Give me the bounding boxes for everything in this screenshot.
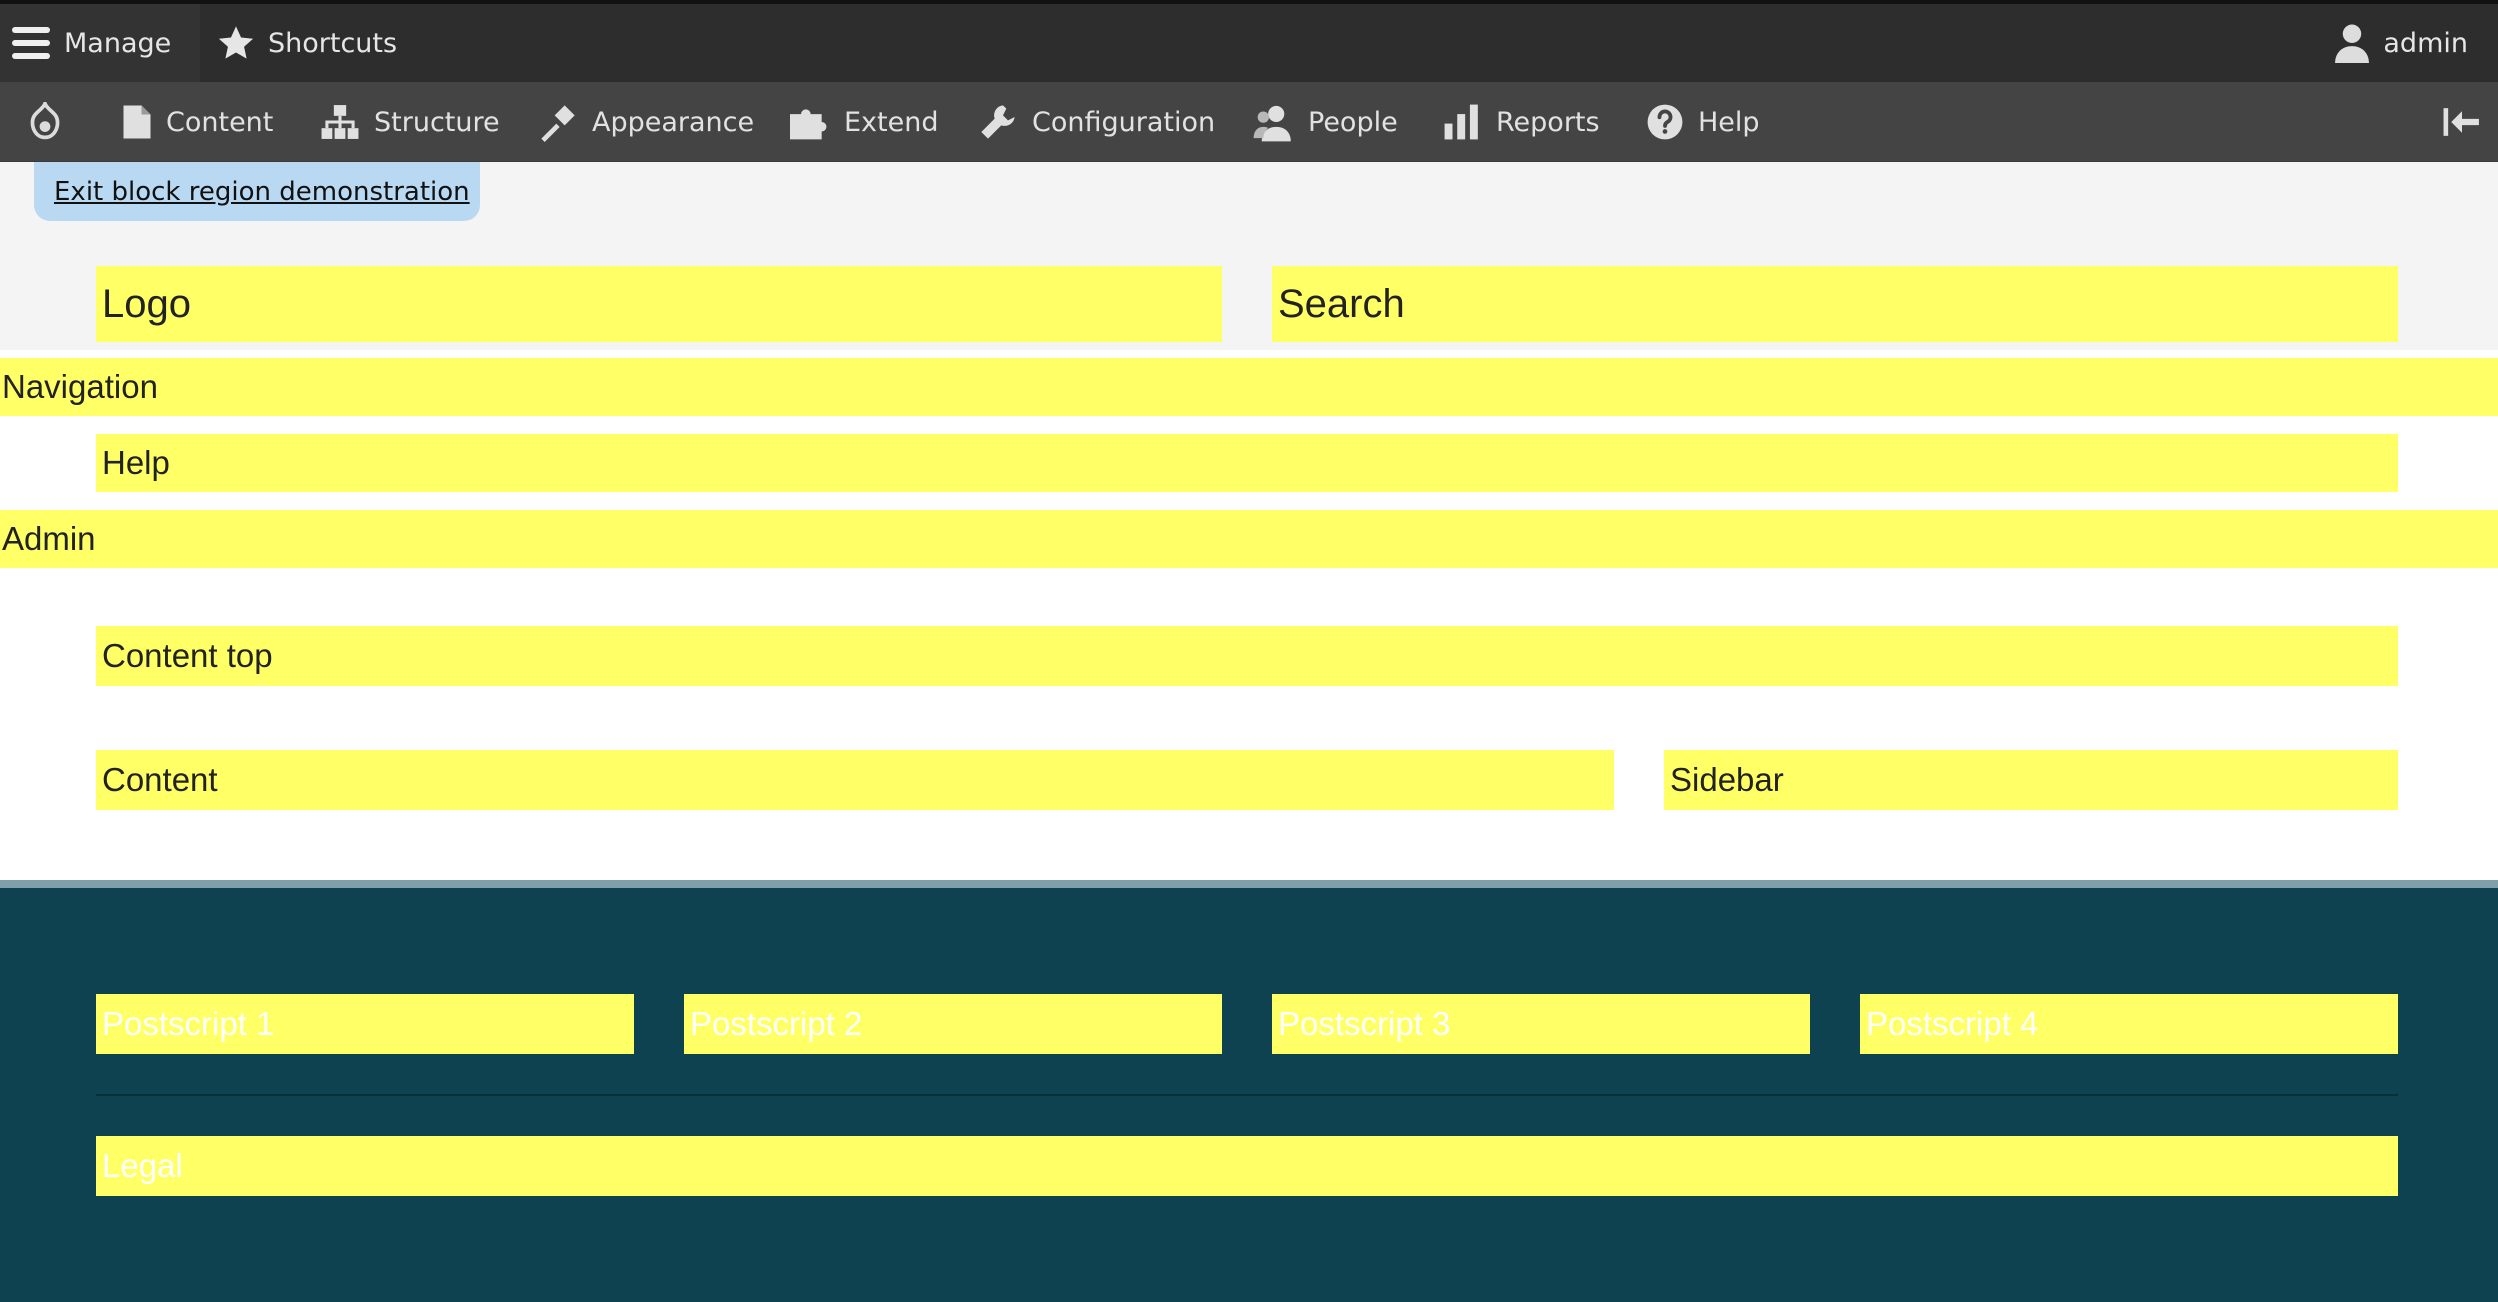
- admin-toolbar: Manage Shortcuts admin: [0, 0, 2498, 82]
- user-tab[interactable]: admin: [2333, 4, 2468, 82]
- region-content: Content: [96, 750, 1614, 810]
- region-postscript-2: Postscript 2: [684, 994, 1222, 1054]
- bar-chart-icon: [1442, 103, 1482, 141]
- footer-area: [0, 880, 2498, 1302]
- drupal-home-link[interactable]: [26, 82, 64, 162]
- region-search: Search: [1272, 266, 2398, 342]
- collapse-left-icon: [2442, 105, 2482, 139]
- nav-people-label: People: [1308, 106, 1398, 138]
- region-navigation: Navigation: [0, 358, 2498, 416]
- manage-tray: Content Structure Appearance Extend Conf…: [0, 82, 2498, 162]
- nav-content-label: Content: [166, 106, 274, 138]
- nav-appearance[interactable]: Appearance: [538, 82, 754, 162]
- nav-configuration[interactable]: Configuration: [978, 82, 1215, 162]
- nav-reports-label: Reports: [1496, 106, 1600, 138]
- user-label: admin: [2383, 27, 2468, 59]
- document-icon: [122, 104, 152, 140]
- region-postscript-3: Postscript 3: [1272, 994, 1810, 1054]
- shortcuts-label: Shortcuts: [268, 27, 398, 59]
- puzzle-icon: [788, 103, 830, 141]
- help-icon: [1646, 103, 1684, 141]
- nav-help-label: Help: [1698, 106, 1760, 138]
- region-content-top: Content top: [96, 626, 2398, 686]
- nav-structure[interactable]: Structure: [320, 82, 500, 162]
- nav-content[interactable]: Content: [122, 82, 273, 162]
- region-logo: Logo: [96, 266, 1222, 342]
- hamburger-icon: [10, 24, 52, 62]
- star-icon: [216, 24, 256, 62]
- nav-extend[interactable]: Extend: [788, 82, 939, 162]
- manage-tab[interactable]: Manage: [0, 4, 200, 82]
- manage-label: Manage: [64, 27, 172, 59]
- nav-people[interactable]: People: [1252, 82, 1398, 162]
- wrench-icon: [978, 102, 1018, 142]
- nav-extend-label: Extend: [844, 106, 939, 138]
- shortcuts-tab[interactable]: Shortcuts: [216, 4, 397, 82]
- drupal-logo-icon: [26, 102, 64, 142]
- sitemap-icon: [320, 103, 360, 141]
- nav-structure-label: Structure: [374, 106, 500, 138]
- nav-help[interactable]: Help: [1646, 82, 1760, 162]
- paintbrush-icon: [538, 102, 578, 142]
- region-postscript-1: Postscript 1: [96, 994, 634, 1054]
- people-icon: [1252, 102, 1294, 142]
- nav-reports[interactable]: Reports: [1442, 82, 1600, 162]
- region-admin: Admin: [0, 510, 2498, 568]
- footer-divider: [96, 1094, 2398, 1096]
- nav-appearance-label: Appearance: [592, 106, 755, 138]
- region-help: Help: [96, 434, 2398, 492]
- user-icon: [2333, 23, 2371, 63]
- region-legal: Legal: [96, 1136, 2398, 1196]
- region-postscript-4: Postscript 4: [1860, 994, 2398, 1054]
- exit-demonstration-link[interactable]: Exit block region demonstration: [34, 162, 480, 221]
- region-sidebar: Sidebar: [1664, 750, 2398, 810]
- nav-configuration-label: Configuration: [1032, 106, 1216, 138]
- toolbar-orientation-toggle[interactable]: [2442, 82, 2482, 162]
